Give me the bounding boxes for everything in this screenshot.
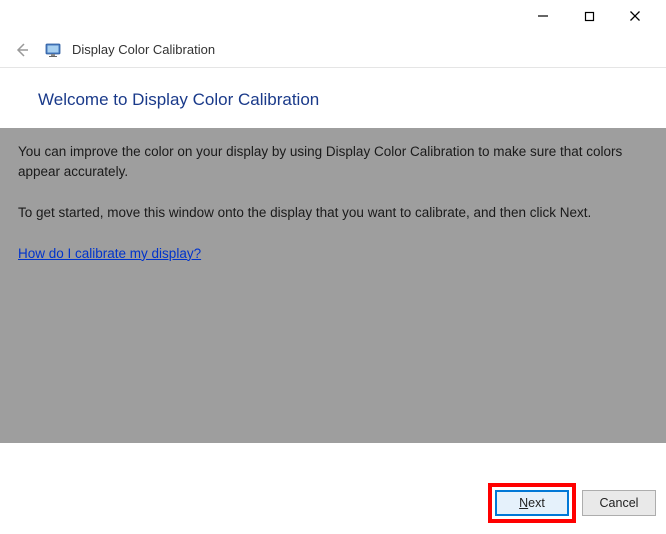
close-button[interactable]	[612, 1, 658, 31]
intro-paragraph-1: You can improve the color on your displa…	[18, 142, 648, 181]
next-button-rest: ext	[528, 496, 545, 510]
display-calibration-icon	[44, 41, 62, 59]
heading-section: Welcome to Display Color Calibration	[0, 68, 666, 128]
maximize-icon	[584, 11, 595, 22]
close-icon	[629, 10, 641, 22]
highlight-box: Next	[488, 483, 576, 523]
dialog-footer: Next Cancel	[0, 472, 666, 534]
minimize-icon	[537, 10, 549, 22]
window-title: Display Color Calibration	[72, 42, 215, 57]
minimize-button[interactable]	[520, 1, 566, 31]
cancel-button[interactable]: Cancel	[582, 490, 656, 516]
navigation-header: Display Color Calibration	[0, 32, 666, 68]
title-bar	[0, 0, 666, 32]
next-button-mnemonic: N	[519, 496, 528, 510]
page-heading: Welcome to Display Color Calibration	[38, 90, 628, 110]
help-link[interactable]: How do I calibrate my display?	[18, 246, 201, 261]
maximize-button[interactable]	[566, 1, 612, 31]
content-area: You can improve the color on your displa…	[0, 128, 666, 443]
back-button[interactable]	[10, 38, 34, 62]
back-arrow-icon	[13, 41, 31, 59]
next-button[interactable]: Next	[495, 490, 569, 516]
intro-paragraph-2: To get started, move this window onto th…	[18, 203, 648, 223]
